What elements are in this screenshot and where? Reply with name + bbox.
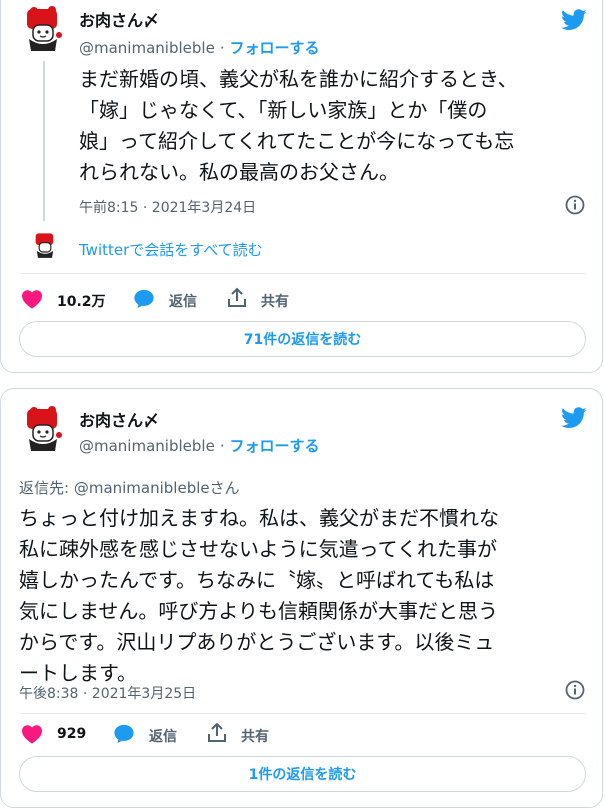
handle-row: @manimanibleble · フォローする bbox=[79, 37, 319, 58]
divider bbox=[19, 713, 586, 714]
tweet-text-line: 嬉しかったんです。ちなみに〝嫁〟と呼ばれても私は bbox=[19, 568, 495, 592]
info-icon[interactable] bbox=[565, 680, 585, 700]
read-replies-button[interactable]: 71件の返信を読む bbox=[19, 321, 586, 357]
tweet-text-line: 「嫁」じゃなくて、「新しい家族」とか「僕の bbox=[79, 98, 488, 122]
tweet-text-line: からです。沢山リプありがとうございます。以後ミュ bbox=[19, 630, 495, 654]
reply-button-label[interactable]: 返信 bbox=[169, 291, 197, 311]
timestamp[interactable]: 午後8:38 · 2021年3月25日 bbox=[19, 683, 196, 703]
tweet-card: お肉さん〆 @manimanibleble · フォローする 返信先: @man… bbox=[0, 388, 603, 808]
handle[interactable]: @manimanibleble bbox=[79, 39, 215, 57]
heart-icon[interactable] bbox=[21, 289, 43, 309]
tweet-text: まだ新婚の頃、義父が私を誰かに紹介するとき、 「嫁」じゃなくて、「新しい家族」と… bbox=[79, 64, 594, 188]
reply-to: 返信先: @manimaniblebleさん bbox=[19, 477, 240, 498]
share-icon[interactable] bbox=[227, 287, 247, 309]
avatar-small[interactable] bbox=[31, 231, 59, 259]
like-count: 10.2万 bbox=[57, 294, 106, 310]
tweet-card: お肉さん〆 @manimanibleble · フォローする まだ新婚の頃、義父… bbox=[0, 0, 603, 373]
tweet-text-line: 私に疎外感を感じさせないように気遣ってくれた事が bbox=[19, 537, 497, 561]
tweet-text-line: まだ新婚の頃、義父が私を誰かに紹介するとき、 bbox=[79, 67, 518, 91]
tweet-text: ちょっと付け加えますね。私は、義父がまだ不慣れな 私に疎外感を感じさせないように… bbox=[19, 503, 599, 689]
avatar[interactable] bbox=[19, 405, 67, 453]
share-button-label[interactable]: 共有 bbox=[261, 291, 289, 311]
display-name[interactable]: お肉さん〆 bbox=[79, 407, 159, 431]
heart-icon[interactable] bbox=[21, 724, 43, 744]
thread-line bbox=[43, 61, 45, 221]
twitter-bird-icon[interactable] bbox=[561, 9, 587, 31]
reply-to-handle[interactable]: @manimanibleble bbox=[74, 479, 210, 497]
avatar[interactable] bbox=[19, 5, 67, 53]
timestamp[interactable]: 午前8:15 · 2021年3月24日 bbox=[79, 197, 256, 217]
handle-row: @manimanibleble · フォローする bbox=[79, 435, 319, 456]
reply-icon[interactable] bbox=[133, 288, 155, 310]
tweet-text-line: 娘」って紹介してくれてたことが今になっても忘 bbox=[79, 129, 515, 153]
follow-button[interactable]: フォローする bbox=[229, 437, 319, 455]
reply-to-prefix: 返信先: bbox=[19, 479, 74, 497]
info-icon[interactable] bbox=[565, 195, 585, 215]
reply-to-suffix: さん bbox=[209, 479, 240, 497]
read-replies-button[interactable]: 1件の返信を読む bbox=[19, 756, 586, 792]
display-name[interactable]: お肉さん〆 bbox=[79, 7, 159, 31]
reply-button-label[interactable]: 返信 bbox=[149, 726, 177, 746]
divider bbox=[19, 273, 586, 274]
share-icon[interactable] bbox=[207, 722, 227, 744]
reply-icon[interactable] bbox=[113, 723, 135, 745]
read-conversation-link[interactable]: Twitterで会話をすべて読む bbox=[79, 239, 263, 260]
twitter-bird-icon[interactable] bbox=[561, 407, 587, 429]
follow-button[interactable]: フォローする bbox=[229, 39, 319, 57]
like-count: 929 bbox=[57, 726, 87, 742]
tweet-text-line: ちょっと付け加えますね。私は、義父がまだ不慣れな bbox=[19, 506, 499, 530]
separator-dot: · bbox=[219, 437, 230, 455]
separator-dot: · bbox=[219, 39, 230, 57]
share-button-label[interactable]: 共有 bbox=[241, 726, 269, 746]
tweet-text-line: 気にしません。呼び方よりも信頼関係が大事だと思う bbox=[19, 599, 498, 623]
handle[interactable]: @manimanibleble bbox=[79, 437, 215, 455]
tweet-text-line: れられない。私の最高のお父さん。 bbox=[79, 160, 399, 184]
